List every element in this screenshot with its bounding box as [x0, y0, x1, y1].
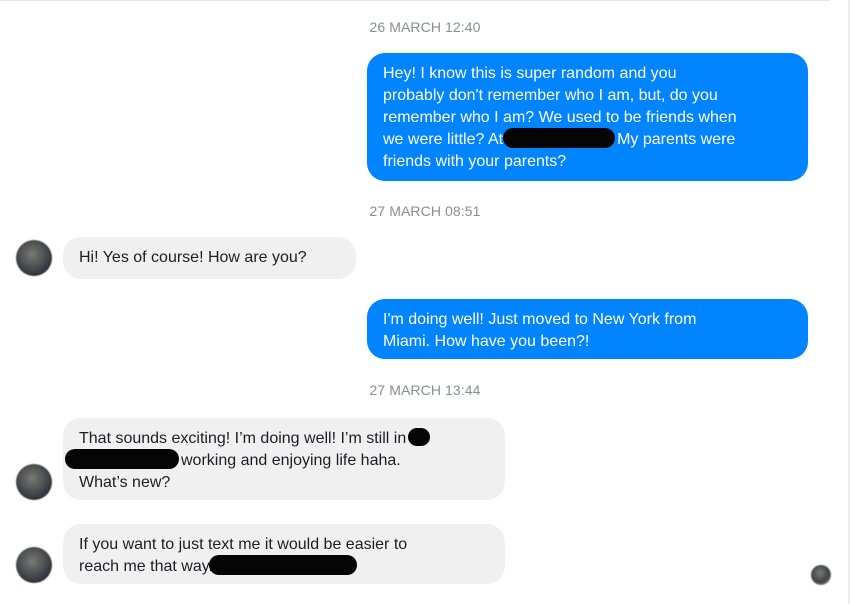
message-line: Hey! I know this is super random and you: [383, 65, 677, 82]
message-line: probably don't remember who I am, but, d…: [383, 87, 718, 104]
message-text: My parents were: [617, 131, 736, 148]
outgoing-message[interactable]: Hey! I know this is super random and you…: [367, 53, 808, 181]
message-line: we were little? At My parents were: [383, 127, 792, 151]
message-text: we were little? At: [383, 131, 504, 148]
message-line: What’s new?: [79, 474, 171, 491]
top-divider: [0, 0, 830, 1]
message-text: reach me that way.: [79, 558, 213, 575]
read-receipt-avatar: [811, 565, 831, 585]
message-text: working and enjoying life haha.: [181, 452, 401, 469]
timestamp: 27 MARCH 13:44: [369, 382, 481, 398]
contact-avatar[interactable]: [16, 547, 52, 583]
redacted-text: [503, 127, 616, 148]
incoming-message[interactable]: Hi! Yes of course! How are you?: [63, 237, 356, 279]
message-line: That sounds exciting! I’m doing well! I’…: [79, 427, 489, 450]
incoming-message[interactable]: That sounds exciting! I’m doing well! I’…: [63, 418, 505, 500]
timestamp: 27 MARCH 08:51: [369, 203, 481, 219]
message-line: Miami. How have you been?!: [383, 333, 590, 350]
message-line: remember who I am? We used to be friends…: [383, 109, 737, 126]
message-line: working and enjoying life haha.: [65, 448, 489, 472]
message-text: That sounds exciting! I’m doing well! I’…: [79, 430, 407, 447]
incoming-message[interactable]: If you want to just text me it would be …: [63, 524, 505, 584]
redacted-text: [65, 448, 179, 469]
message-line: reach me that way.: [79, 554, 489, 578]
message-line: I'm doing well! Just moved to New York f…: [383, 311, 697, 328]
contact-avatar[interactable]: [16, 240, 52, 276]
timestamp: 26 MARCH 12:40: [369, 19, 481, 35]
contact-avatar[interactable]: [16, 464, 52, 500]
message-line: friends with your parents?: [383, 153, 567, 170]
message-line: If you want to just text me it would be …: [79, 536, 408, 553]
redacted-text: [408, 427, 431, 446]
message-line: Hi! Yes of course! How are you?: [79, 249, 307, 266]
outgoing-message[interactable]: I'm doing well! Just moved to New York f…: [367, 299, 808, 359]
redacted-text: [208, 554, 357, 575]
